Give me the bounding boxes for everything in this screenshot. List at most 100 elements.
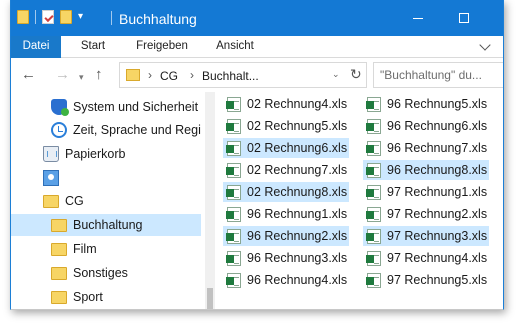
excel-file-icon	[366, 272, 381, 288]
tab-ansicht[interactable]: Ansicht	[207, 36, 263, 58]
file-item[interactable]: 96 Rechnung6.xls	[363, 116, 489, 136]
nav-item[interactable]: Papierkorb	[11, 143, 201, 165]
nav-item[interactable]: Zeit, Sprache und Regi	[11, 119, 201, 141]
file-name: 02 Rechnung7.xls	[247, 163, 348, 177]
tab-freigeben[interactable]: Freigeben	[129, 36, 195, 58]
file-name: 96 Rechnung1.xls	[247, 207, 348, 221]
nav-item-label: Papierkorb	[65, 147, 126, 161]
nav-item[interactable]: Buchhaltung	[11, 214, 201, 236]
excel-file-icon	[366, 206, 381, 222]
excel-file-icon	[226, 118, 241, 134]
recent-locations-button[interactable]: ▾	[79, 68, 84, 86]
file-name: 96 Rechnung4.xls	[247, 273, 348, 287]
title-bar: ▾ Buchhaltung ✕	[11, 0, 503, 36]
navigation-pane-scrollbar[interactable]	[205, 92, 215, 309]
nav-item[interactable]: Sonstiges	[11, 262, 201, 284]
file-item[interactable]: 97 Rechnung4.xls	[363, 248, 489, 268]
file-name: 97 Rechnung1.xls	[387, 185, 488, 199]
file-item[interactable]: 97 Rechnung5.xls	[363, 270, 489, 290]
file-name: 02 Rechnung5.xls	[247, 119, 348, 133]
file-item[interactable]: 96 Rechnung3.xls	[223, 248, 349, 268]
customize-toolbar-dropdown[interactable]: ▾	[78, 10, 83, 24]
nav-item[interactable]: System und Sicherheit	[11, 96, 201, 118]
nav-item[interactable]: CG	[11, 190, 201, 212]
file-item[interactable]: 96 Rechnung5.xls	[363, 94, 489, 114]
forward-button[interactable]: →	[55, 66, 70, 84]
excel-file-icon	[226, 140, 241, 156]
tab-start[interactable]: Start	[73, 36, 113, 58]
breadcrumb-chevron-icon[interactable]: ›	[148, 68, 152, 82]
search-input[interactable]: "Buchhaltung" du...	[373, 62, 503, 88]
properties-icon[interactable]	[42, 10, 54, 24]
back-button[interactable]: ←	[21, 66, 36, 84]
excel-file-icon	[366, 118, 381, 134]
close-button[interactable]: ✕	[487, 0, 503, 36]
folder-icon	[51, 242, 67, 256]
excel-file-icon	[366, 140, 381, 156]
file-item[interactable]: 96 Rechnung7.xls	[363, 138, 489, 158]
file-item[interactable]: 02 Rechnung6.xls	[223, 138, 349, 158]
excel-file-icon	[226, 272, 241, 288]
new-folder-icon[interactable]	[60, 10, 72, 24]
file-item[interactable]: 02 Rechnung7.xls	[223, 160, 349, 180]
nav-item[interactable]	[11, 167, 201, 189]
file-item[interactable]: 96 Rechnung2.xls	[223, 226, 349, 246]
nav-item-label: Sonstiges	[73, 266, 128, 280]
minimize-button[interactable]	[395, 0, 441, 36]
excel-file-icon	[366, 162, 381, 178]
ribbon-tabs: Datei Start Freigeben Ansicht	[11, 36, 503, 58]
explorer-window: ▾ Buchhaltung ✕ Datei Start Freigeben An…	[10, 0, 504, 310]
address-dropdown-icon[interactable]: ⌄	[332, 69, 340, 80]
quick-access-toolbar: ▾	[17, 10, 83, 24]
file-name: 97 Rechnung5.xls	[387, 273, 488, 287]
excel-file-icon	[226, 206, 241, 222]
file-name: 02 Rechnung8.xls	[247, 185, 348, 199]
shield-icon	[51, 99, 69, 116]
folder-icon	[43, 194, 59, 208]
minimize-icon	[413, 17, 423, 19]
file-item[interactable]: 96 Rechnung4.xls	[223, 270, 349, 290]
user-accounts-icon	[43, 170, 59, 186]
refresh-icon[interactable]: ↻	[350, 66, 362, 83]
breadcrumb-chevron-icon[interactable]: ›	[190, 68, 194, 82]
file-name: 97 Rechnung2.xls	[387, 207, 488, 221]
up-button[interactable]: ↑	[95, 66, 103, 84]
file-name: 96 Rechnung2.xls	[247, 229, 348, 243]
expand-ribbon-icon[interactable]	[479, 39, 491, 51]
nav-item[interactable]: Film	[11, 238, 201, 260]
nav-item-label: Sport	[73, 290, 103, 304]
file-item[interactable]: 97 Rechnung1.xls	[363, 182, 489, 202]
file-item[interactable]: 96 Rechnung8.xls	[363, 160, 489, 180]
file-item[interactable]: 02 Rechnung8.xls	[223, 182, 349, 202]
folder-icon	[126, 69, 140, 81]
file-name: 96 Rechnung5.xls	[387, 97, 488, 111]
nav-item-label: Buchhaltung	[73, 218, 143, 232]
tab-datei[interactable]: Datei	[11, 36, 61, 58]
file-item[interactable]: 97 Rechnung2.xls	[363, 204, 489, 224]
file-item[interactable]: 02 Rechnung5.xls	[223, 116, 349, 136]
breadcrumb-buchhaltung[interactable]: Buchhalt...	[202, 69, 259, 83]
folder-icon	[17, 10, 29, 24]
file-name: 97 Rechnung3.xls	[387, 229, 488, 243]
recycle-bin-icon	[43, 146, 59, 162]
nav-item-label: Film	[73, 242, 97, 256]
excel-file-icon	[226, 228, 241, 244]
breadcrumb-cg[interactable]: CG	[160, 69, 178, 83]
nav-item-label: CG	[65, 194, 84, 208]
nav-item[interactable]: Sport	[11, 286, 201, 308]
file-item[interactable]: 97 Rechnung3.xls	[363, 226, 489, 246]
toolbar-divider	[35, 10, 36, 24]
excel-file-icon	[226, 250, 241, 266]
folder-icon	[51, 266, 67, 280]
navigation-bar: ← → ▾ ↑ › CG › Buchhalt... ⌄ ↻ "Buchhalt…	[11, 58, 503, 92]
address-bar[interactable]: › CG › Buchhalt... ⌄ ↻	[119, 62, 367, 88]
excel-file-icon	[226, 96, 241, 112]
excel-file-icon	[366, 250, 381, 266]
nav-item-label: System und Sicherheit	[73, 100, 199, 114]
clock-icon	[51, 122, 67, 138]
file-item[interactable]: 96 Rechnung1.xls	[223, 204, 349, 224]
maximize-button[interactable]	[441, 0, 487, 36]
file-item[interactable]: 02 Rechnung4.xls	[223, 94, 349, 114]
file-name: 02 Rechnung4.xls	[247, 97, 348, 111]
scrollbar-thumb[interactable]	[207, 288, 213, 309]
